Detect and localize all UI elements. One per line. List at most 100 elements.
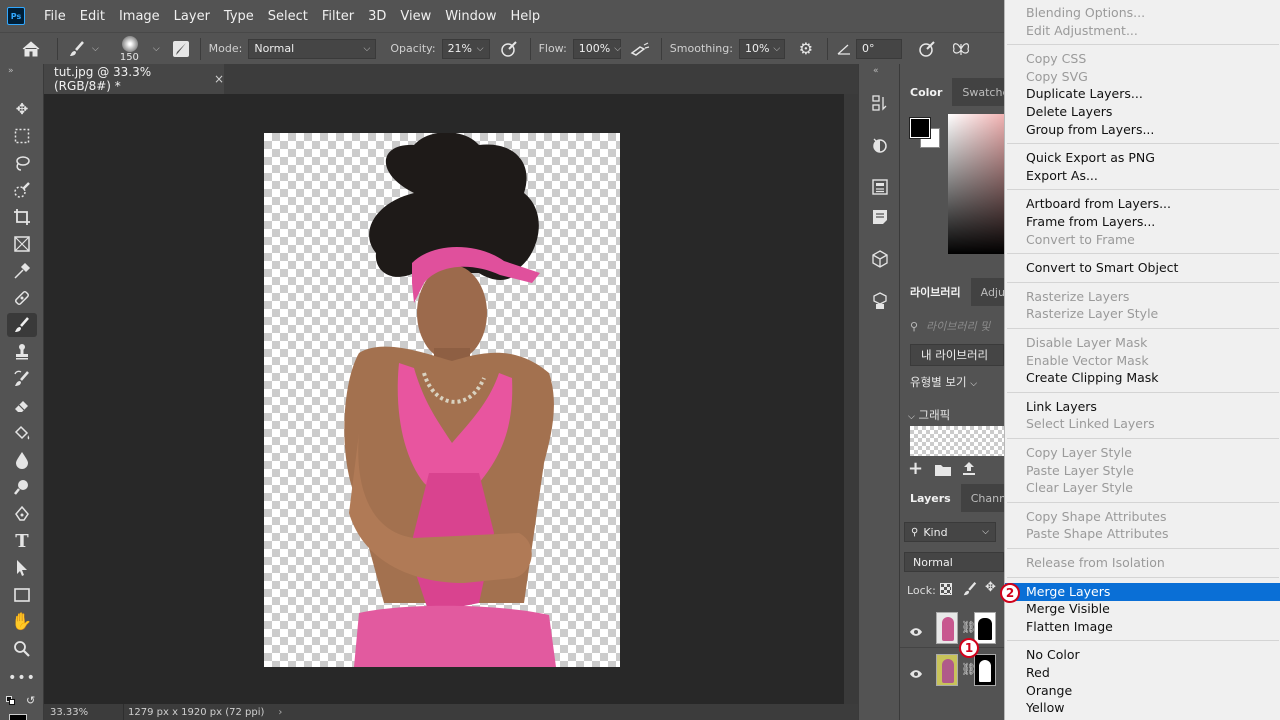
brush-settings-panel-icon[interactable] <box>170 40 192 58</box>
eyedropper-tool-icon[interactable] <box>7 259 37 283</box>
shapes-panel-icon[interactable] <box>868 290 892 312</box>
upload-icon[interactable] <box>961 460 977 480</box>
menu-item-merge-visible[interactable]: Merge Visible <box>1005 600 1280 618</box>
menu-help[interactable]: Help <box>504 9 548 24</box>
close-icon[interactable]: × <box>214 72 224 86</box>
lasso-tool-icon[interactable] <box>7 151 37 175</box>
menu-window[interactable]: Window <box>438 9 503 24</box>
menu-view[interactable]: View <box>393 9 438 24</box>
menu-file[interactable]: File <box>37 9 73 24</box>
paint-bucket-tool-icon[interactable] <box>7 421 37 445</box>
eraser-tool-icon[interactable] <box>7 394 37 418</box>
my-library-select[interactable]: 내 라이브러리 <box>910 344 1004 366</box>
pen-tool-icon[interactable] <box>7 502 37 526</box>
more-tools-icon[interactable]: ••• <box>7 666 37 690</box>
canvas-vertical-scrollbar[interactable] <box>844 94 858 704</box>
menu-item-quick-export-as-png[interactable]: Quick Export as PNG <box>1005 149 1280 167</box>
pressure-size-icon[interactable] <box>914 40 940 58</box>
tab-channels[interactable]: Channels <box>961 484 1004 512</box>
default-colors-icon[interactable] <box>6 696 16 706</box>
lock-position-icon[interactable]: ✥ <box>985 580 996 595</box>
move-tool-icon[interactable]: ✥ <box>7 97 37 121</box>
menu-item-create-clipping-mask[interactable]: Create Clipping Mask <box>1005 369 1280 387</box>
library-graphic-thumbnail[interactable] <box>910 426 1004 456</box>
foreground-color-swatch[interactable] <box>9 714 27 720</box>
layer-mask-thumbnail[interactable] <box>974 654 996 686</box>
zoom-level[interactable]: 33.33% <box>44 704 124 720</box>
menu-item-red[interactable]: Red <box>1005 664 1280 682</box>
menu-select[interactable]: Select <box>261 9 315 24</box>
zoom-tool-icon[interactable] <box>7 637 37 661</box>
clone-stamp-tool-icon[interactable] <box>7 340 37 364</box>
foreground-swatch[interactable] <box>909 117 931 139</box>
color-picker-field[interactable] <box>948 114 1004 254</box>
mode-select[interactable]: Normal ⌵ <box>248 38 377 59</box>
path-selection-tool-icon[interactable] <box>7 556 37 580</box>
menu-item-duplicate-layers[interactable]: Duplicate Layers... <box>1005 85 1280 103</box>
quick-selection-tool-icon[interactable] <box>7 178 37 202</box>
menu-item-convert-to-smart-object[interactable]: Convert to Smart Object <box>1005 259 1280 277</box>
layer-row[interactable]: ⛓ <box>900 650 1004 690</box>
chevron-down-icon[interactable]: ⌵ <box>153 44 160 54</box>
dodge-tool-icon[interactable] <box>7 475 37 499</box>
menu-item-yellow[interactable]: Yellow <box>1005 699 1280 717</box>
menu-item-export-as[interactable]: Export As... <box>1005 167 1280 185</box>
menu-edit[interactable]: Edit <box>73 9 112 24</box>
tab-adjustments[interactable]: Adju <box>971 278 1004 306</box>
adjustments-panel-icon[interactable] <box>868 134 892 156</box>
chevron-down-icon[interactable]: ⌵ <box>92 44 99 54</box>
tab-layers[interactable]: Layers <box>900 484 961 512</box>
view-by-type-dropdown[interactable]: 유형별 보기 ⌵ <box>910 374 977 390</box>
type-tool-icon[interactable]: T <box>7 529 37 553</box>
hand-tool-icon[interactable]: ✋ <box>7 610 37 634</box>
menu-item-orange[interactable]: Orange <box>1005 682 1280 700</box>
symmetry-butterfly-icon[interactable] <box>948 41 974 57</box>
opacity-input[interactable]: 21% ⌵ <box>441 38 490 59</box>
home-icon[interactable] <box>19 40 43 57</box>
menu-item-merge-layers[interactable]: Merge Layers <box>1005 582 1280 601</box>
eye-visibility-icon[interactable] <box>909 622 923 641</box>
eye-visibility-icon[interactable] <box>909 664 923 683</box>
history-brush-tool-icon[interactable] <box>7 367 37 391</box>
tab-color[interactable]: Color <box>900 78 953 106</box>
document-tab[interactable]: tut.jpg @ 33.3% (RGB/8#) * × <box>44 64 224 94</box>
menu-item-delete-layers[interactable]: Delete Layers <box>1005 103 1280 121</box>
rectangle-tool-icon[interactable] <box>7 583 37 607</box>
brush-tool-icon[interactable] <box>7 313 37 337</box>
layer-mask-thumbnail[interactable] <box>974 612 996 644</box>
brush-size-preview[interactable]: 150 <box>113 34 149 64</box>
collapse-arrows-icon[interactable]: « <box>873 66 879 76</box>
blend-mode-select[interactable]: Normal <box>904 552 1004 572</box>
airbrush-icon[interactable] <box>627 41 653 57</box>
menu-item-frame-from-layers[interactable]: Frame from Layers... <box>1005 213 1280 231</box>
menu-item-no-color[interactable]: No Color <box>1005 646 1280 664</box>
menu-3d[interactable]: 3D <box>361 9 393 24</box>
menu-item-artboard-from-layers[interactable]: Artboard from Layers... <box>1005 195 1280 213</box>
flow-input[interactable]: 100% ⌵ <box>572 38 621 59</box>
canvas-area[interactable] <box>44 94 858 704</box>
gear-icon[interactable]: ⚙ <box>793 39 819 58</box>
collapse-arrows-icon[interactable]: » <box>8 66 14 76</box>
brush-preset-icon[interactable] <box>66 40 88 58</box>
angle-input[interactable]: 0° <box>855 38 902 59</box>
3d-cube-icon[interactable] <box>868 248 892 270</box>
swap-colors-icon[interactable]: ↺ <box>26 694 35 707</box>
kind-filter-select[interactable]: ⚲ Kind ⌵ <box>904 522 996 542</box>
history-panel-icon[interactable] <box>868 92 892 114</box>
graphics-group-header[interactable]: ⌵ 그래픽 <box>908 407 950 423</box>
blur-tool-icon[interactable] <box>7 448 37 472</box>
layer-thumbnail[interactable] <box>936 654 958 686</box>
add-icon[interactable]: + <box>908 458 923 479</box>
document-canvas[interactable] <box>264 133 620 667</box>
layer-row[interactable]: ⛓ <box>900 608 1004 648</box>
properties-panel-icon[interactable] <box>868 176 892 198</box>
layer-thumbnail[interactable] <box>936 612 958 644</box>
menu-image[interactable]: Image <box>112 9 167 24</box>
menu-filter[interactable]: Filter <box>315 9 361 24</box>
notes-panel-icon[interactable] <box>868 206 892 228</box>
menu-type[interactable]: Type <box>217 9 261 24</box>
chevron-right-icon[interactable]: › <box>278 707 282 718</box>
pressure-opacity-icon[interactable] <box>496 40 522 58</box>
folder-icon[interactable] <box>934 462 952 481</box>
menu-item-group-from-layers[interactable]: Group from Layers... <box>1005 121 1280 139</box>
